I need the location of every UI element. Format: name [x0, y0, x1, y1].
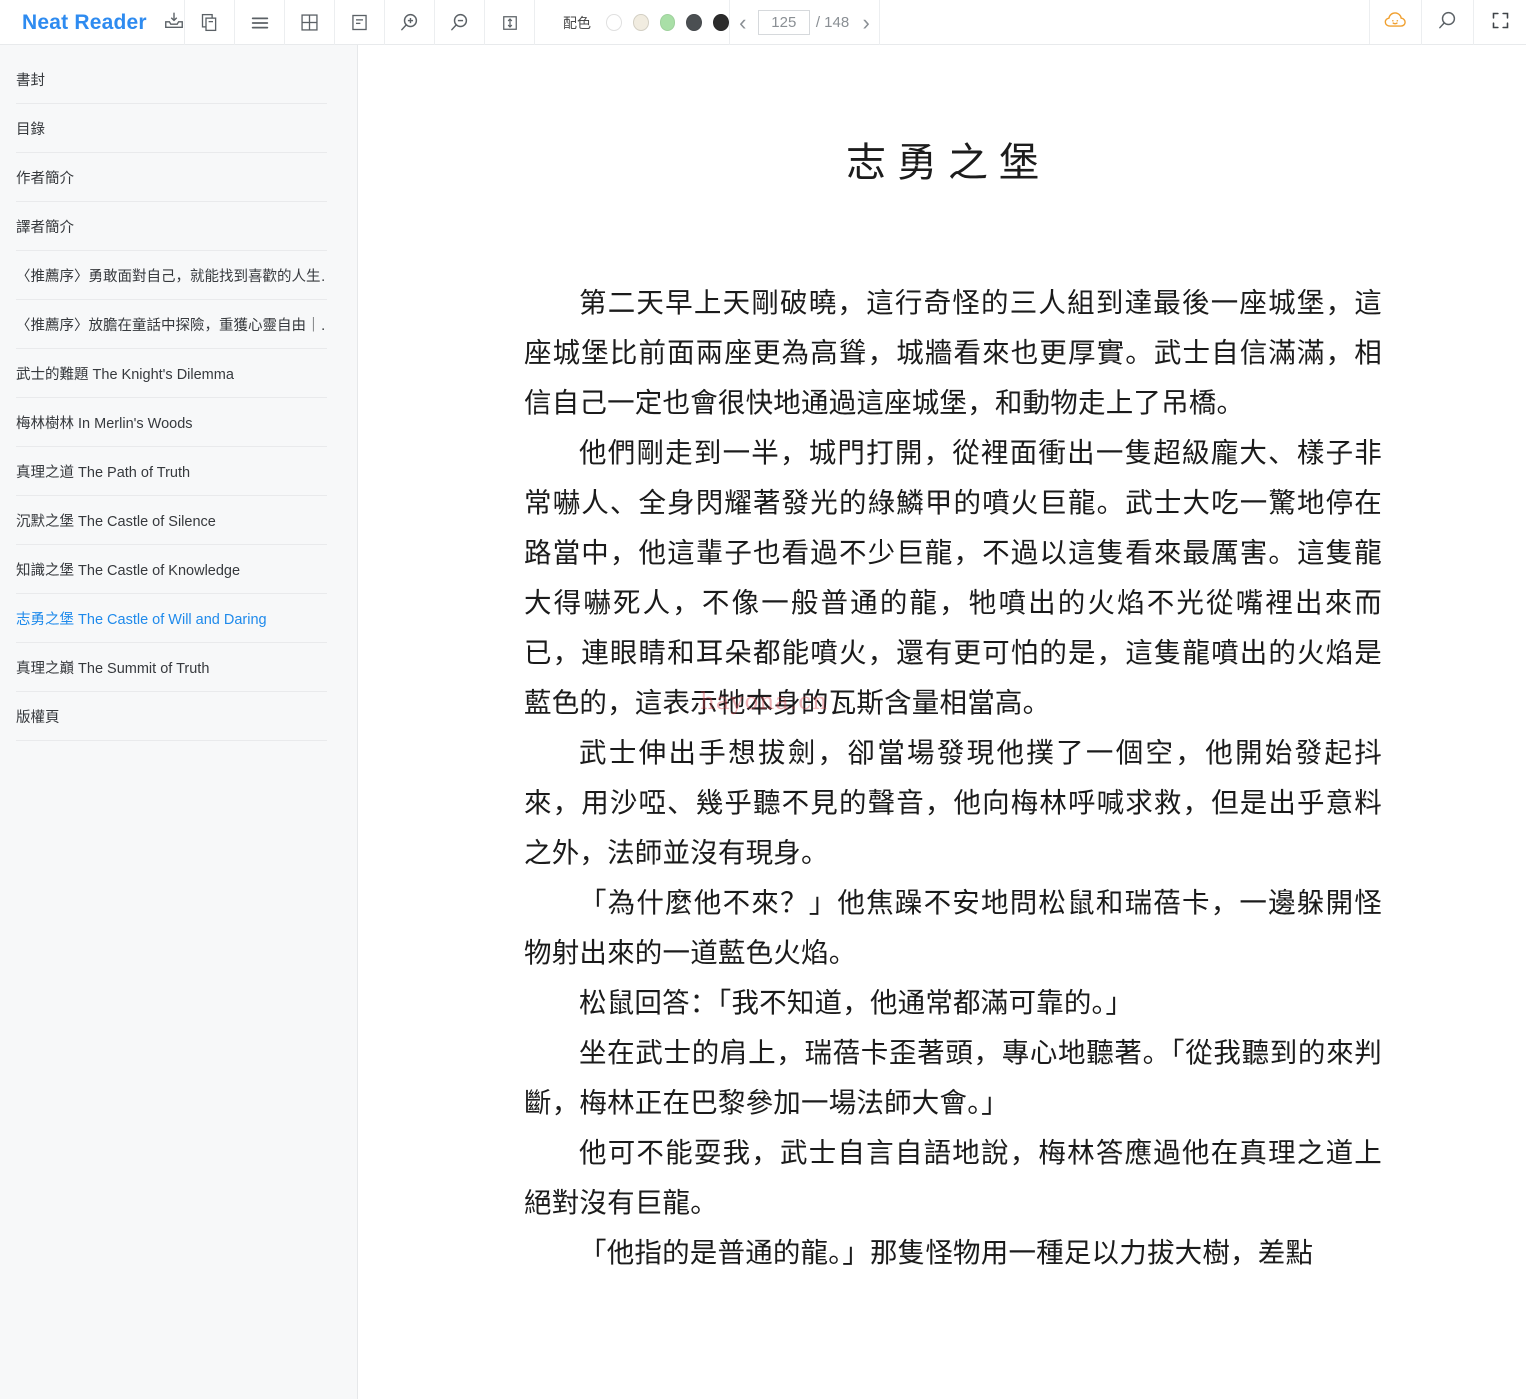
save-to-device-icon[interactable] — [163, 9, 185, 36]
fullscreen-icon — [1490, 10, 1511, 36]
fullscreen-button[interactable] — [1474, 0, 1526, 45]
note-button[interactable] — [335, 0, 385, 45]
paragraph: 坐在武士的肩上，瑞蓓卡歪著頭，專心地聽著。「從我聽到的來判斷，梅林正在巴黎參加一… — [524, 1037, 1382, 1119]
copy-icon-button[interactable] — [185, 0, 235, 45]
toolbar: Neat Reader 配色 ‹ 125 / 148 › — [0, 0, 1526, 45]
sidebar-item-author-bio[interactable]: 作者簡介 — [16, 153, 327, 202]
paragraph: 松鼠回答：「我不知道，他通常都滿可靠的。」 — [579, 987, 1134, 1019]
paragraph: 他可不能耍我，武士自言自語地說，梅林答應過他在真理之道上絕對沒有巨龍。 — [524, 1137, 1382, 1219]
sidebar-item-foreword-2[interactable]: 〈推薦序〉放膽在童話中探險，重獲心靈自由｜… — [16, 300, 327, 349]
swatch-dark-gray[interactable] — [686, 14, 703, 31]
cloud-sync-icon — [1383, 9, 1409, 36]
swatch-black[interactable] — [713, 14, 729, 31]
total-pages-label: / 148 — [815, 14, 850, 31]
chapter-body: 第二天早上天剛破曉，這行奇怪的三人組到達最後一座城堡，這座城堡比前面兩座更為高聳… — [359, 278, 1526, 1278]
search-button[interactable] — [1422, 0, 1474, 45]
app-logo[interactable]: Neat Reader — [0, 0, 185, 45]
swatch-white[interactable] — [606, 14, 622, 31]
pager: ‹ / 148 › — [730, 0, 880, 45]
line-height-icon — [500, 13, 520, 33]
paragraph: 「為什麼他不來？」他焦躁不安地問松鼠和瑞蓓卡，一邊躲開怪物射出來的一道藍色火焰。 — [524, 887, 1382, 969]
search-icon — [1436, 9, 1459, 37]
reader-content[interactable]: 志勇之堡 第二天早上天剛破曉，這行奇怪的三人組到達最後一座城堡，這座城堡比前面兩… — [359, 45, 1526, 1399]
next-page-button[interactable]: › — [855, 10, 877, 36]
zoom-in-button[interactable] — [385, 0, 435, 45]
color-scheme-label: 配色 — [563, 14, 591, 31]
sidebar-item-cover[interactable]: 書封 — [16, 55, 327, 104]
zoom-in-icon — [398, 11, 421, 34]
paragraph: 第二天早上天剛破曉，這行奇怪的三人組到達最後一座城堡，這座城堡比前面兩座更為高聳… — [524, 287, 1382, 419]
swatch-cream[interactable] — [632, 14, 649, 31]
prev-page-button[interactable]: ‹ — [732, 10, 754, 36]
sidebar-item-summit-of-truth[interactable]: 真理之巔 The Summit of Truth — [16, 643, 327, 692]
grid-view-button[interactable] — [285, 0, 335, 45]
grid-view-icon — [299, 12, 320, 33]
cloud-sync-button[interactable] — [1370, 0, 1422, 45]
copy-icon — [199, 12, 220, 33]
sidebar-item-castle-of-silence[interactable]: 沉默之堡 The Castle of Silence — [16, 496, 327, 545]
swatch-green[interactable] — [659, 14, 676, 31]
paragraph: 武士伸出手想拔劍，卻當場發現他撲了一個空，他開始發起抖來，用沙啞、幾乎聽不見的聲… — [524, 737, 1382, 869]
sidebar-item-knights-dilemma[interactable]: 武士的難題 The Knight's Dilemma — [16, 349, 327, 398]
paragraph: 他們剛走到一半，城門打開，從裡面衝出一隻超級龐大、樣子非常嚇人、全身閃耀著發光的… — [524, 437, 1382, 719]
paragraph: 「他指的是普通的龍。」那隻怪物用一種足以力拔大樹，差點 — [579, 1237, 1314, 1269]
zoom-out-icon — [448, 11, 471, 34]
color-scheme-picker[interactable]: 配色 — [535, 0, 730, 45]
sidebar-toc[interactable]: 書封 目錄 作者簡介 譯者簡介 〈推薦序〉勇敢面對自己，就能找到喜歡的人生… 〈… — [0, 45, 358, 1399]
chapter-title: 志勇之堡 — [846, 140, 1050, 186]
line-height-button[interactable] — [485, 0, 535, 45]
toolbar-spacer — [880, 0, 1370, 44]
sidebar-item-castle-of-will-and-daring[interactable]: 志勇之堡 The Castle of Will and Daring — [16, 594, 327, 643]
toc-list: 書封 目錄 作者簡介 譯者簡介 〈推薦序〉勇敢面對自己，就能找到喜歡的人生… 〈… — [0, 45, 357, 741]
sidebar-item-contents[interactable]: 目錄 — [16, 104, 327, 153]
sidebar-item-foreword-1[interactable]: 〈推薦序〉勇敢面對自己，就能找到喜歡的人生… — [16, 251, 327, 300]
sidebar-item-merlins-woods[interactable]: 梅林樹林 In Merlin's Woods — [16, 398, 327, 447]
zoom-out-button[interactable] — [435, 0, 485, 45]
app-name: Neat Reader — [22, 10, 147, 34]
page-number-input[interactable] — [757, 10, 810, 35]
sidebar-item-copyright[interactable]: 版權頁 — [16, 692, 327, 741]
list-view-icon — [249, 12, 271, 34]
sidebar-item-translator-bio[interactable]: 譯者簡介 — [16, 202, 327, 251]
sidebar-item-path-of-truth[interactable]: 真理之道 The Path of Truth — [16, 447, 327, 496]
note-icon — [349, 12, 370, 33]
sidebar-item-castle-of-knowledge[interactable]: 知識之堡 The Castle of Knowledge — [16, 545, 327, 594]
list-view-button[interactable] — [235, 0, 285, 45]
